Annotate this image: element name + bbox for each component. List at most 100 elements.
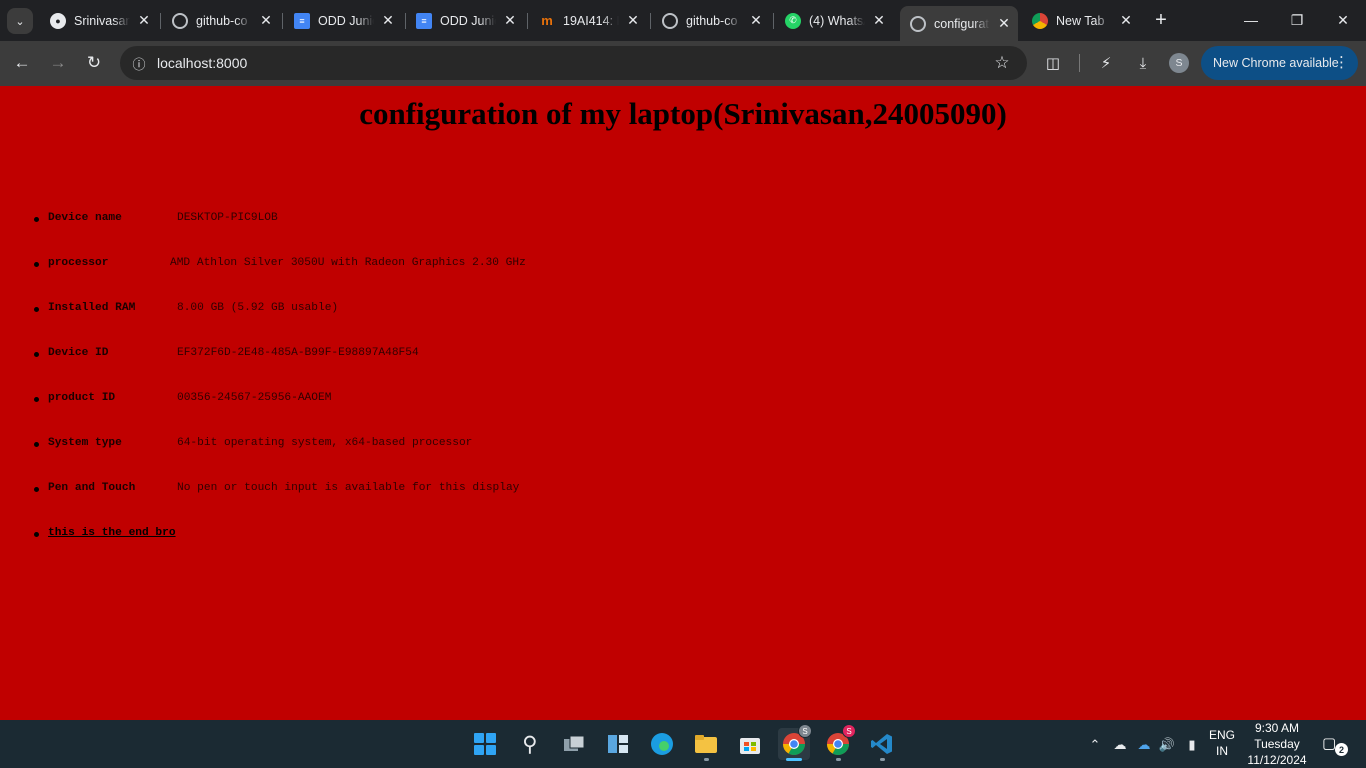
clock-date: 11/12/2024 bbox=[1247, 753, 1307, 767]
tab-separator bbox=[160, 13, 161, 29]
toolbar-divider bbox=[1079, 54, 1080, 72]
new-chrome-available-button[interactable]: New Chrome available ⋮ bbox=[1201, 46, 1358, 80]
site-info-icon[interactable]: ⓘ bbox=[127, 51, 151, 75]
address-bar[interactable]: ⓘ localhost:8000 ☆ bbox=[120, 46, 1027, 80]
task-view-button[interactable] bbox=[558, 728, 590, 760]
forward-button[interactable]: → bbox=[44, 49, 72, 77]
tab-moodle[interactable]: m 19AI414: I ✕ bbox=[529, 7, 647, 34]
notification-center-button[interactable]: ▢ 2 bbox=[1322, 734, 1348, 756]
bullet bbox=[34, 217, 39, 222]
bullet bbox=[34, 487, 39, 492]
close-icon[interactable]: ✕ bbox=[996, 15, 1012, 31]
bullet bbox=[34, 307, 39, 312]
tab-search-button[interactable]: ⌄ bbox=[7, 8, 33, 34]
arrow-right-icon: → bbox=[49, 53, 67, 72]
performance-icon[interactable]: ⚡ bbox=[1094, 51, 1118, 75]
download-icon[interactable]: ⤓ bbox=[1131, 51, 1155, 75]
list-item: Pen and Touch No pen or touch input is a… bbox=[34, 482, 519, 496]
profile-badge: S bbox=[798, 724, 812, 738]
search-button[interactable]: ⚲ bbox=[514, 728, 546, 760]
chevron-up-icon: ⌃ bbox=[1089, 737, 1101, 752]
tab-title: github-co bbox=[686, 13, 738, 28]
github-icon: ● bbox=[50, 12, 66, 29]
spec-key: Device name bbox=[48, 212, 122, 224]
battery-icon[interactable]: ▮ bbox=[1183, 736, 1201, 754]
file-explorer-button[interactable] bbox=[690, 728, 722, 761]
start-button[interactable] bbox=[469, 728, 501, 760]
chrome-taskbar-button[interactable]: S bbox=[778, 724, 812, 761]
tab-docs-2[interactable]: ≡ ODD Junio ✕ bbox=[406, 7, 524, 34]
back-button[interactable]: ← bbox=[8, 49, 36, 77]
reload-button[interactable]: ↻ bbox=[80, 49, 108, 77]
clock-day: Tuesday bbox=[1254, 737, 1300, 751]
close-icon[interactable]: ✕ bbox=[625, 12, 641, 28]
running-indicator bbox=[836, 758, 841, 761]
chevron-down-icon: ⌄ bbox=[15, 15, 25, 28]
spec-value: 8.00 GB (5.92 GB usable) bbox=[177, 302, 339, 314]
tab-github-co-2[interactable]: github-co ✕ bbox=[652, 7, 770, 34]
input-language-indicator[interactable]: ENG IN bbox=[1207, 727, 1237, 759]
list-item: Device name DESKTOP-PIC9LOB bbox=[34, 212, 278, 226]
tab-docs-1[interactable]: ≡ ODD Junio ✕ bbox=[284, 7, 402, 34]
url-text[interactable]: localhost:8000 bbox=[157, 55, 247, 71]
vscode-button[interactable] bbox=[866, 728, 898, 761]
tab-github-profile[interactable]: ● Srinivasan ✕ bbox=[40, 7, 158, 34]
kebab-menu-icon[interactable]: ⋮ bbox=[1334, 53, 1349, 71]
spec-key: Pen and Touch bbox=[48, 482, 136, 494]
volume-icon[interactable]: 🔊 bbox=[1158, 736, 1176, 754]
spec-key: product ID bbox=[48, 392, 116, 404]
end-link[interactable]: this is the end bro bbox=[48, 527, 176, 539]
close-icon: ✕ bbox=[1337, 11, 1349, 28]
bullet bbox=[34, 262, 39, 267]
close-icon[interactable]: ✕ bbox=[502, 12, 518, 28]
clock-time: 9:30 AM bbox=[1254, 721, 1300, 735]
close-icon[interactable]: ✕ bbox=[1118, 12, 1134, 28]
extensions-icon[interactable]: ◫ bbox=[1041, 51, 1065, 75]
close-icon[interactable]: ✕ bbox=[380, 12, 396, 28]
task-view-icon bbox=[564, 735, 585, 751]
network-warning-icon[interactable]: ☁ bbox=[1111, 736, 1129, 754]
restore-button[interactable]: ❐ bbox=[1274, 0, 1320, 40]
profile-avatar[interactable]: S bbox=[1169, 53, 1189, 73]
running-indicator bbox=[704, 758, 709, 761]
tab-strip: ⌄ ● Srinivasan ✕ github-co ✕ ≡ ODD Junio… bbox=[0, 0, 1366, 41]
tab-github-co-1[interactable]: github-co ✕ bbox=[162, 7, 280, 34]
spec-key: System type bbox=[48, 437, 122, 449]
page-content: configuration of my laptop(Srinivasan,24… bbox=[0, 86, 1366, 720]
list-item: Device ID EF372F6D-2E48-485A-B99F-E98897… bbox=[34, 347, 419, 361]
clock[interactable]: 9:30 AM Tuesday 11/12/2024 bbox=[1243, 720, 1311, 768]
tab-title: configurati bbox=[934, 16, 990, 31]
bullet bbox=[34, 532, 39, 537]
vscode-icon bbox=[871, 734, 892, 754]
close-icon[interactable]: ✕ bbox=[748, 12, 764, 28]
show-hidden-icons-button[interactable]: ⌃ bbox=[1086, 736, 1104, 754]
chrome-profile2-button[interactable]: S bbox=[822, 724, 856, 761]
tab-configuration-active[interactable]: configurati ✕ bbox=[900, 6, 1018, 41]
new-tab-button[interactable]: + bbox=[1150, 8, 1172, 32]
globe-icon bbox=[172, 12, 188, 29]
restore-icon: ❐ bbox=[1290, 11, 1304, 28]
close-icon[interactable]: ✕ bbox=[871, 12, 887, 28]
onedrive-icon[interactable]: ☁ bbox=[1135, 736, 1153, 754]
bullet bbox=[34, 352, 39, 357]
store-icon bbox=[740, 738, 760, 754]
page-heading: configuration of my laptop(Srinivasan,24… bbox=[359, 96, 1007, 131]
whatsapp-icon: ✆ bbox=[785, 12, 801, 29]
spec-key: Device ID bbox=[48, 347, 109, 359]
profile-badge: S bbox=[842, 724, 856, 738]
globe-icon bbox=[910, 15, 926, 32]
close-icon[interactable]: ✕ bbox=[136, 12, 152, 28]
widgets-button[interactable] bbox=[602, 728, 634, 760]
close-icon[interactable]: ✕ bbox=[258, 12, 274, 28]
close-window-button[interactable]: ✕ bbox=[1320, 0, 1366, 40]
spec-value: AMD Athlon Silver 3050U with Radeon Grap… bbox=[170, 257, 526, 269]
spec-key: Installed RAM bbox=[48, 302, 136, 314]
tab-new-tab[interactable]: New Tab ✕ bbox=[1022, 7, 1140, 34]
bookmark-star-icon[interactable]: ☆ bbox=[991, 52, 1013, 74]
plus-icon: + bbox=[1155, 8, 1167, 31]
store-button[interactable] bbox=[734, 728, 766, 760]
tab-title: ODD Junio bbox=[318, 13, 374, 28]
minimize-button[interactable]: — bbox=[1228, 0, 1274, 40]
edge-button[interactable] bbox=[646, 728, 678, 760]
tab-whatsapp[interactable]: ✆ (4) WhatsA ✕ bbox=[775, 7, 893, 34]
